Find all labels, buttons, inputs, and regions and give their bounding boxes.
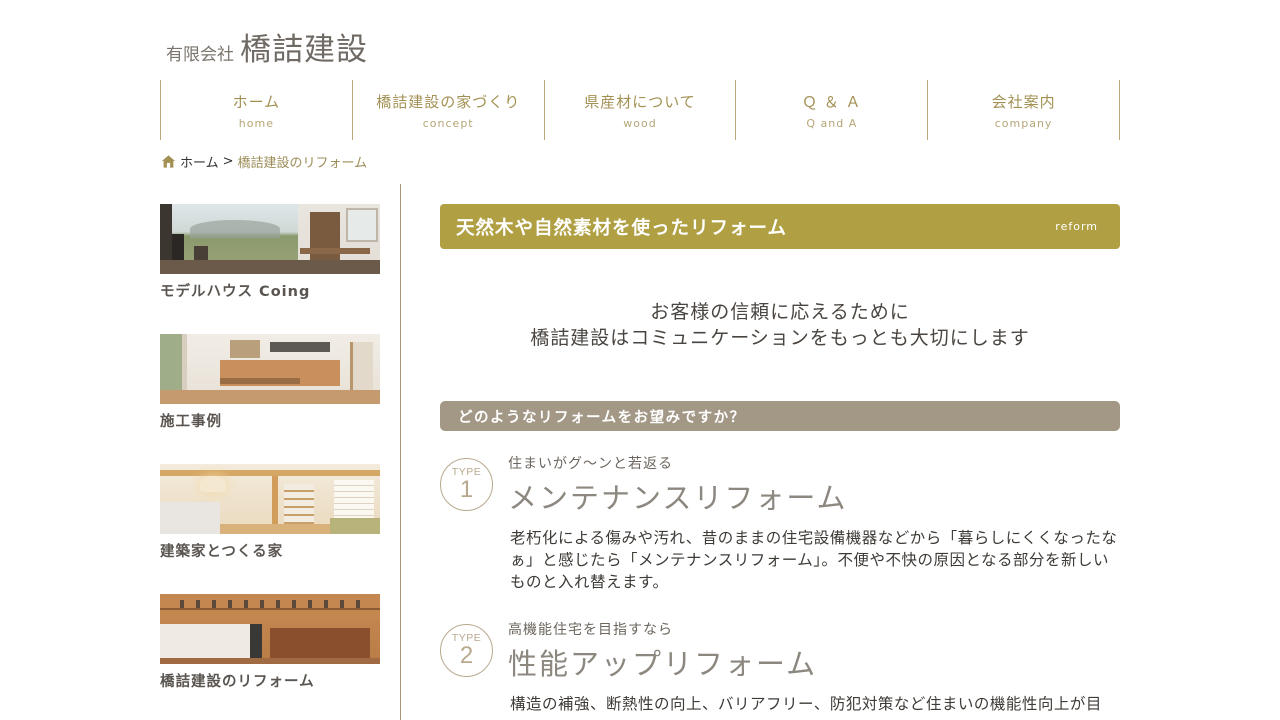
nav-sublabel: Q and A [806,116,858,130]
page-title-bar: 天然木や自然素材を使ったリフォーム reform [440,204,1120,249]
home-icon [161,155,176,168]
type-heading: 性能アップリフォーム [508,647,818,681]
sidebar: モデルハウス Coing 施工事例 建築家とつくる家 橋詰建設のリフォーム [160,204,380,720]
logo-prefix: 有限会社 [166,45,234,65]
lead-text: お客様の信頼に応えるために 橋詰建設はコミュニケーションをもっとも大切にします [440,299,1120,351]
nav-label: Ｑ ＆ Ａ [802,92,862,111]
type-description: 老朽化による傷みや汚れ、昔のままの住宅設備機器などから「暮らしにくくなったなぁ」… [510,529,1118,591]
type-heading: メンテナンスリフォーム [508,481,848,515]
breadcrumb: ホーム > 橋詰建設のリフォーム [161,152,367,171]
type-kicker: 高機能住宅を目指すなら [508,622,673,638]
architect-thumbnail[interactable] [160,464,380,534]
page-title-en: reform [1055,220,1098,233]
breadcrumb-home-link[interactable]: ホーム [180,152,219,171]
type-2-header: TYPE 2 高機能住宅を目指すなら 性能アップリフォーム [440,622,1120,681]
nav-item-home[interactable]: ホーム home [161,80,353,140]
type-title-group: 高機能住宅を目指すなら 性能アップリフォーム [508,619,817,683]
type-badge-number: 1 [459,476,474,503]
sidebar-item-architect[interactable]: 建築家とつくる家 [160,464,380,594]
section-heading: どのようなリフォームをお望みですか？ [440,401,1120,431]
nav-label: 会社案内 [991,92,1056,111]
sidebar-item-label: モデルハウス Coing [160,284,311,300]
page: 有限会社 橋詰建設 ホーム home 橋詰建設の家づくり concept 県産材… [0,0,1280,720]
type-badge: TYPE 2 [440,624,493,677]
works-thumbnail[interactable] [160,334,380,404]
nav-label: 県産材について [584,92,696,111]
nav-item-qa[interactable]: Ｑ ＆ Ａ Q and A [736,80,929,140]
nav-label: ホーム [232,92,281,111]
nav-item-concept[interactable]: 橋詰建設の家づくり concept [353,80,545,140]
nav-sublabel: company [994,116,1053,130]
nav-item-company[interactable]: 会社案内 company [928,80,1120,140]
logo-name: 橋詰建設 [240,32,368,68]
sidebar-item-reform[interactable]: 橋詰建設のリフォーム [160,594,380,720]
nav-item-wood[interactable]: 県産材について wood [545,80,737,140]
column-divider [400,184,401,720]
type-title-group: 住まいがグ～ンと若返る メンテナンスリフォーム [508,453,848,517]
global-nav: ホーム home 橋詰建設の家づくり concept 県産材について wood … [160,80,1120,140]
model-house-thumbnail[interactable] [160,204,380,274]
main-content: 天然木や自然素材を使ったリフォーム reform お客様の信頼に応えるために 橋… [440,204,1120,715]
sidebar-item-model-house[interactable]: モデルハウス Coing [160,204,380,334]
site-logo[interactable]: 有限会社 橋詰建設 [166,24,368,69]
sidebar-item-label: 施工事例 [160,414,222,430]
type-badge-number: 2 [459,642,474,669]
lead-line-2: 橋詰建設はコミュニケーションをもっとも大切にします [530,327,1030,349]
breadcrumb-current: 橋詰建設のリフォーム [237,156,368,171]
reform-thumbnail[interactable] [160,594,380,664]
type-badge: TYPE 1 [440,458,493,511]
lead-line-1: お客様の信頼に応えるために [650,301,910,323]
breadcrumb-separator: > [222,154,234,169]
sidebar-item-label: 建築家とつくる家 [160,544,284,560]
nav-sublabel: wood [623,116,657,130]
type-1-header: TYPE 1 住まいがグ～ンと若返る メンテナンスリフォーム [440,456,1120,515]
type-description: 構造の補強、断熱性の向上、バリアフリー、防犯対策など住まいの機能性向上が目 [510,695,1102,713]
type-kicker: 住まいがグ～ンと若返る [508,456,673,472]
page-title: 天然木や自然素材を使ったリフォーム [456,217,787,239]
nav-label: 橋詰建設の家づくり [376,92,521,111]
nav-sublabel: concept [422,116,474,130]
sidebar-item-works[interactable]: 施工事例 [160,334,380,464]
sidebar-item-label: 橋詰建設のリフォーム [160,674,315,690]
nav-sublabel: home [238,116,274,130]
